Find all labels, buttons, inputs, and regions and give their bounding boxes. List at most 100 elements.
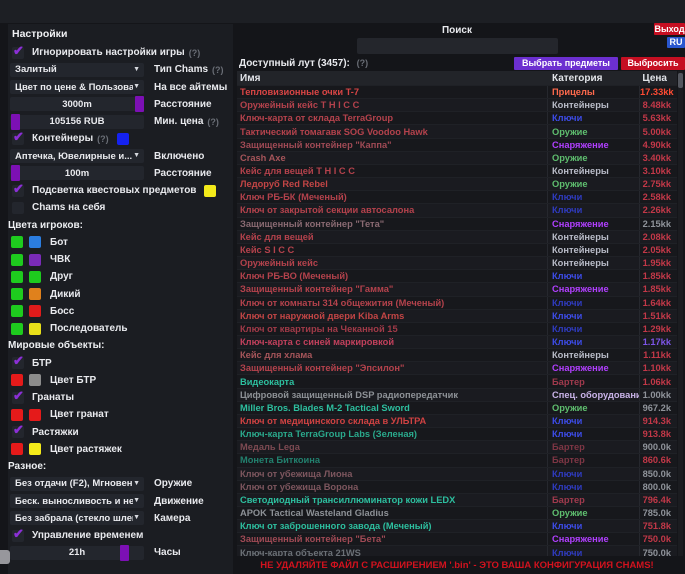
table-row[interactable]: Защищенный контейнер "Бета"Снаряжение750… <box>237 532 677 545</box>
item-price: 1.51kk <box>640 310 677 322</box>
table-row[interactable]: Ключ от убежища ВоронаКлючи800.0k <box>237 480 677 493</box>
column-category[interactable]: Категория <box>548 73 640 84</box>
chams-type-dropdown[interactable]: Залитый ▼ <box>10 63 144 77</box>
table-row[interactable]: Оружейный кейсКонтейнеры1.95kk <box>237 256 677 269</box>
help-icon: (?) <box>189 48 201 58</box>
table-row[interactable]: Монета БиткоинаБартер860.6k <box>237 453 677 466</box>
table-row[interactable]: Кейс для вещей T H I C CКонтейнеры3.10kk <box>237 164 677 177</box>
table-row[interactable]: Медаль LegaБартер900.0k <box>237 440 677 453</box>
table-row[interactable]: Ключ от комнаты 314 общежития (Меченый)К… <box>237 296 677 309</box>
table-row[interactable]: Ключ от убежища ЛионаКлючи850.0k <box>237 467 677 480</box>
world-color-swatch-primary[interactable] <box>11 409 23 421</box>
table-row[interactable]: Защищенный контейнер "Каппа"Снаряжение4.… <box>237 138 677 151</box>
player-color-swatch-secondary[interactable] <box>29 254 41 266</box>
containers-filter-dropdown[interactable]: Аптечка, Ювелирные и... ▼ <box>10 149 144 163</box>
containers-color-swatch[interactable] <box>117 133 129 145</box>
scrollbar-thumb[interactable] <box>678 73 683 88</box>
table-row[interactable]: Ключ РБ-ВО (Меченый)Ключи1.85kk <box>237 269 677 282</box>
time-control-checkbox[interactable] <box>12 530 24 542</box>
misc-dropdown[interactable]: Без забрала (стекло шлема)▼ <box>10 511 144 525</box>
search-input[interactable] <box>357 38 558 54</box>
table-row[interactable]: Защищенный контейнер "Тета"Снаряжение2.1… <box>237 217 677 230</box>
player-color-swatch-primary[interactable] <box>11 323 23 335</box>
table-row[interactable]: Цифровой защищенный DSP радиопередатчикС… <box>237 388 677 401</box>
table-row[interactable]: Ключ от квартиры на Чеканной 15Ключи1.29… <box>237 322 677 335</box>
item-price: 8.48kk <box>640 99 677 111</box>
player-color-swatch-secondary[interactable] <box>29 236 41 248</box>
language-button[interactable]: RU <box>667 37 685 48</box>
world-checkbox[interactable] <box>12 357 24 369</box>
table-row[interactable]: Тактический томагавк SOG Voodoo HawkОруж… <box>237 124 677 137</box>
item-name: Защищенный контейнер "Тета" <box>237 218 548 230</box>
player-color-swatch-primary[interactable] <box>11 305 23 317</box>
slider-thumb[interactable] <box>11 165 20 181</box>
table-row[interactable]: Miller Bros. Blades M-2 Tactical SwordОр… <box>237 401 677 414</box>
player-color-swatch-primary[interactable] <box>11 254 23 266</box>
table-row[interactable]: Защищенный контейнер "Эпсилон"Снаряжение… <box>237 361 677 374</box>
player-color-swatch-primary[interactable] <box>11 236 23 248</box>
item-name: Тепловизионные очки T-7 <box>237 86 548 98</box>
containers-checkbox[interactable] <box>12 133 24 145</box>
player-color-swatch-secondary[interactable] <box>29 288 41 300</box>
item-category: Ключи <box>548 520 640 532</box>
table-row[interactable]: Ключ-карта TerraGroup Labs (Зеленая)Ключ… <box>237 427 677 440</box>
item-price: 967.2k <box>640 402 677 414</box>
player-color-swatch-primary[interactable] <box>11 271 23 283</box>
containers-distance-slider[interactable]: 100m <box>10 166 144 180</box>
player-color-swatch-secondary[interactable] <box>29 323 41 335</box>
slider-thumb[interactable] <box>120 545 129 561</box>
quest-highlight-checkbox[interactable] <box>12 185 24 197</box>
world-color-swatch-secondary[interactable] <box>29 409 41 421</box>
hours-slider[interactable]: 21h <box>10 546 144 560</box>
table-row[interactable]: Ключ-карта от склада TerraGroupКлючи5.63… <box>237 111 677 124</box>
item-name: Защищенный контейнер "Бета" <box>237 533 548 545</box>
item-price: 850.0k <box>640 468 677 480</box>
world-color-swatch-secondary[interactable] <box>29 374 41 386</box>
min-price-slider[interactable]: 105156 RUB <box>10 115 144 129</box>
all-items-dropdown[interactable]: Цвет по цене & Пользователь ▼ <box>10 80 144 94</box>
table-row[interactable]: Ледоруб Red RebelОружие2.75kk <box>237 177 677 190</box>
drop-all-button[interactable]: Выбросить все <box>621 57 685 70</box>
item-category: Снаряжение <box>548 283 640 295</box>
table-row[interactable]: APOK Tactical Wasteland GladiusОружие785… <box>237 506 677 519</box>
world-color-swatch-primary[interactable] <box>11 374 23 386</box>
chams-self-checkbox[interactable] <box>12 202 24 214</box>
table-row[interactable]: Кейс S I C CКонтейнеры2.05kk <box>237 243 677 256</box>
exit-button[interactable]: Выход <box>654 23 685 35</box>
misc-dropdown-label: Камера <box>154 513 190 524</box>
distance-slider[interactable]: 3000m <box>10 97 144 111</box>
world-color-swatch-primary[interactable] <box>11 443 23 455</box>
table-row[interactable]: Ключ-карта объекта 21WSКлючи750.0k <box>237 545 677 556</box>
table-row[interactable]: Оружейный кейс T H I C CКонтейнеры8.48kk <box>237 98 677 111</box>
slider-thumb[interactable] <box>11 114 20 130</box>
world-color-swatch-secondary[interactable] <box>29 443 41 455</box>
table-row[interactable]: Кейс для хламаКонтейнеры1.11kk <box>237 348 677 361</box>
table-row[interactable]: Ключ от заброшенного завода (Меченый)Клю… <box>237 519 677 532</box>
table-row[interactable]: Ключ РБ-БК (Меченый)Ключи2.58kk <box>237 190 677 203</box>
table-row[interactable]: Ключ от закрытой секции автосалонаКлючи2… <box>237 203 677 216</box>
select-kappa-items-button[interactable]: Выбрать предметы каппа <box>514 57 618 70</box>
table-row[interactable]: Защищенный контейнер "Гамма"Снаряжение1.… <box>237 282 677 295</box>
table-row[interactable]: Кейс для вещейКонтейнеры2.08kk <box>237 230 677 243</box>
table-row[interactable]: Светодиодный трансиллюминатор кожи LEDXБ… <box>237 493 677 506</box>
table-row[interactable]: Ключ от наружной двери Kiba ArmsКлючи1.5… <box>237 309 677 322</box>
player-color-swatch-secondary[interactable] <box>29 271 41 283</box>
quest-highlight-color-swatch[interactable] <box>204 185 216 197</box>
table-row[interactable]: Ключ от медицинского склада в УЛЬТРАКлюч… <box>237 414 677 427</box>
column-price[interactable]: Цена <box>640 73 677 84</box>
table-row[interactable]: ВидеокартаБартер1.06kk <box>237 374 677 387</box>
world-checkbox[interactable] <box>12 392 24 404</box>
player-color-swatch-primary[interactable] <box>11 288 23 300</box>
slider-thumb[interactable] <box>135 96 144 112</box>
player-color-swatch-secondary[interactable] <box>29 305 41 317</box>
table-row[interactable]: Тепловизионные очки T-7Прицелы17.33kk <box>237 85 677 98</box>
table-row[interactable]: Crash AxeОружие3.40kk <box>237 151 677 164</box>
loot-table-scrollbar[interactable] <box>678 71 683 556</box>
column-name[interactable]: Имя <box>237 73 548 84</box>
table-row[interactable]: Ключ-карта с синей маркировкойКлючи1.17k… <box>237 335 677 348</box>
ignore-game-settings-checkbox[interactable] <box>12 47 24 59</box>
misc-dropdown[interactable]: Беск. выносливость и нет уста▼ <box>10 494 144 508</box>
misc-dropdown[interactable]: Без отдачи (F2), Мгновенное п▼ <box>10 477 144 491</box>
player-color-label: Бот <box>50 237 68 248</box>
world-checkbox[interactable] <box>12 426 24 438</box>
